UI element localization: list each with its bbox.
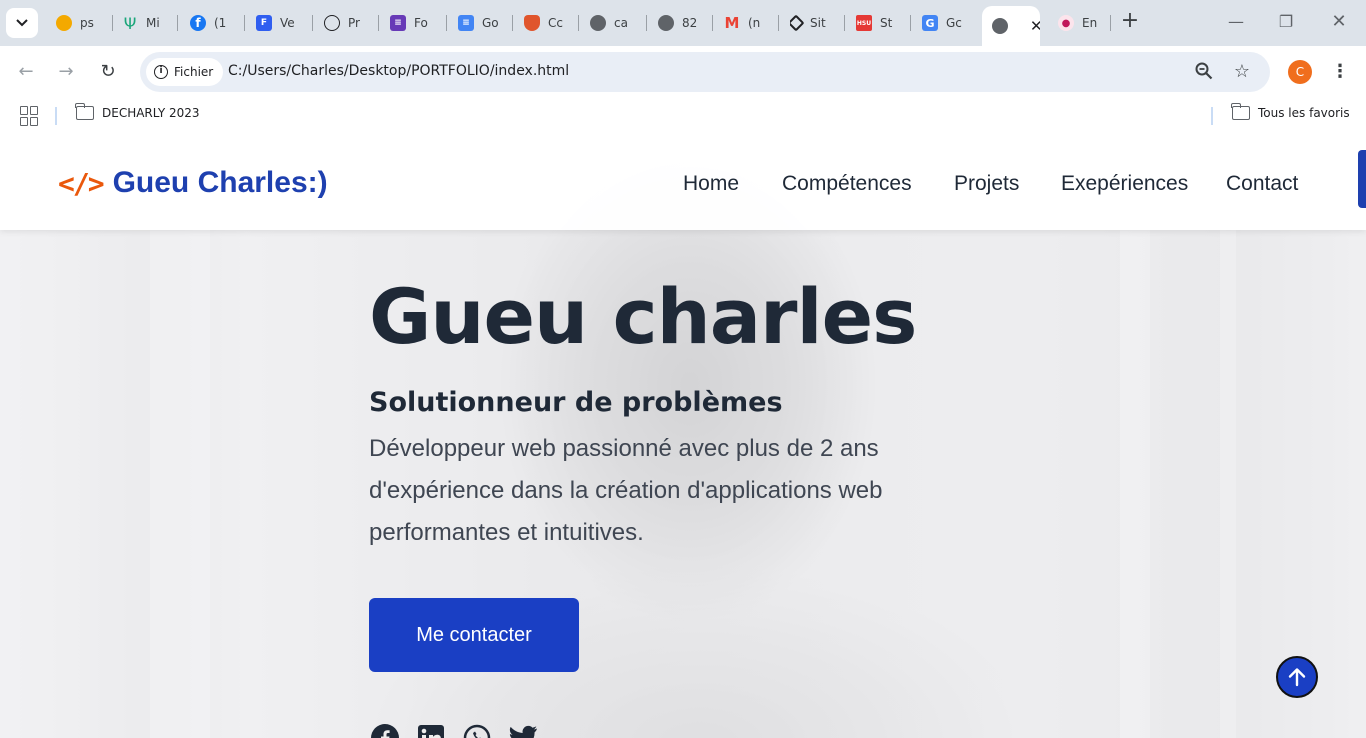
tab-search-button[interactable] bbox=[6, 8, 38, 38]
tab-label: Fo bbox=[414, 16, 428, 30]
nav-contact[interactable]: Contact bbox=[1226, 172, 1298, 196]
globe-icon bbox=[658, 15, 674, 31]
globe-icon bbox=[992, 18, 1008, 34]
site-header: </> Gueu Charles:) Home Compétences Proj… bbox=[0, 134, 1366, 230]
site-info-label: Fichier bbox=[174, 65, 214, 79]
bookmark-label: DECHARLY 2023 bbox=[102, 106, 200, 120]
site-info-chip[interactable]: i Fichier bbox=[146, 58, 224, 86]
tab-label: ca bbox=[614, 16, 628, 30]
tab-4[interactable]: Pr bbox=[324, 9, 374, 37]
tab-label: Mi bbox=[146, 16, 160, 30]
bookmark-label: Tous les favoris bbox=[1258, 106, 1350, 120]
whatsapp-icon[interactable] bbox=[461, 722, 493, 738]
orange-half-circle-icon bbox=[56, 15, 72, 31]
tab-label: Gc bbox=[946, 16, 962, 30]
tab-5[interactable]: ≡ Fo bbox=[390, 9, 442, 37]
codepen-icon bbox=[790, 14, 805, 32]
tab-label: Pr bbox=[348, 16, 360, 30]
hero-title: Gueu charles bbox=[369, 272, 917, 361]
tab-9[interactable]: 82 bbox=[658, 9, 708, 37]
apps-grid-icon[interactable] bbox=[20, 106, 40, 126]
close-icon[interactable]: ✕ bbox=[1030, 17, 1040, 35]
tab-label: (n bbox=[748, 16, 761, 30]
google-translate-icon: G bbox=[922, 15, 938, 31]
tab-label: En bbox=[1082, 16, 1098, 30]
facebook-icon[interactable] bbox=[369, 722, 401, 738]
nav-projets[interactable]: Projets bbox=[954, 172, 1019, 196]
social-links bbox=[369, 722, 539, 738]
new-tab-plus-icon[interactable]: + bbox=[1118, 10, 1142, 34]
tab-label: Ve bbox=[280, 16, 295, 30]
tab-14-active[interactable]: ✕ bbox=[982, 6, 1040, 46]
nav-home[interactable]: Home bbox=[683, 172, 739, 196]
back-arrow-icon[interactable]: ← bbox=[14, 60, 38, 84]
bookmark-folder-decharly[interactable]: DECHARLY 2023 bbox=[75, 103, 200, 120]
hsu-icon: HSU bbox=[856, 15, 872, 31]
tab-12[interactable]: HSU St bbox=[856, 9, 906, 37]
nav-competences[interactable]: Compétences bbox=[782, 172, 912, 196]
tab-13[interactable]: G Gc bbox=[922, 9, 972, 37]
restore-icon[interactable]: ❐ bbox=[1274, 10, 1298, 34]
psi-icon: Ψ bbox=[123, 13, 137, 33]
hero-section: Gueu charles Solutionneur de problèmes D… bbox=[369, 274, 1009, 554]
openai-icon bbox=[324, 15, 340, 31]
arrow-up-icon bbox=[1288, 668, 1306, 687]
tab-label: Cc bbox=[548, 16, 563, 30]
scrollbar-thumb[interactable] bbox=[1358, 150, 1366, 208]
tab-7[interactable]: Cc bbox=[524, 9, 574, 37]
folder-icon bbox=[1231, 103, 1250, 120]
scroll-to-top-button[interactable] bbox=[1276, 656, 1318, 698]
tab-3[interactable]: F Ve bbox=[256, 9, 306, 37]
bookmarks-bar: DECHARLY 2023 Tous les favoris bbox=[0, 98, 1366, 134]
tab-6[interactable]: ≡ Go bbox=[458, 9, 508, 37]
page-viewport: </> Gueu Charles:) Home Compétences Proj… bbox=[0, 134, 1366, 738]
hero-description: Développeur web passionné avec plus de 2… bbox=[369, 435, 883, 546]
facebook-icon: f bbox=[190, 15, 206, 31]
google-docs-icon: ≡ bbox=[458, 15, 474, 31]
tab-10[interactable]: M (n bbox=[724, 9, 776, 37]
tab-8[interactable]: ca bbox=[590, 9, 640, 37]
tab-strip: ps Ψ Mi f (1 F Ve Pr ≡ Fo ≡ Go Cc ca 82 bbox=[0, 0, 1366, 46]
window-close-icon[interactable]: ✕ bbox=[1327, 10, 1351, 34]
all-bookmarks-folder[interactable]: Tous les favoris bbox=[1231, 103, 1350, 120]
twitter-icon[interactable] bbox=[507, 722, 539, 738]
tab-label: Sit bbox=[810, 16, 826, 30]
reload-icon[interactable]: ↻ bbox=[96, 60, 120, 84]
tab-15[interactable]: ● En bbox=[1058, 9, 1108, 37]
bookmark-star-icon[interactable]: ☆ bbox=[1232, 62, 1252, 82]
google-forms-icon: ≡ bbox=[390, 15, 406, 31]
linkedin-icon[interactable] bbox=[415, 722, 447, 738]
url-text[interactable]: C:/Users/Charles/Desktop/PORTFOLIO/index… bbox=[228, 63, 569, 79]
tab-11[interactable]: Sit bbox=[790, 9, 840, 37]
minimize-icon[interactable]: — bbox=[1224, 10, 1248, 34]
info-icon: i bbox=[154, 65, 168, 79]
main-nav: Home Compétences Projets Exepériences Co… bbox=[0, 172, 1366, 202]
zoom-icon[interactable] bbox=[1194, 62, 1214, 82]
contact-button[interactable]: Me contacter bbox=[369, 598, 579, 672]
tab-1[interactable]: Ψ Mi bbox=[122, 9, 172, 37]
shield-icon bbox=[524, 15, 540, 31]
hero-subtitle: Solutionneur de problèmes bbox=[369, 387, 783, 418]
ribbon-icon: ● bbox=[1058, 15, 1074, 31]
address-bar[interactable]: i Fichier C:/Users/Charles/Desktop/PORTF… bbox=[140, 52, 1270, 92]
forms-app-icon: F bbox=[256, 15, 272, 31]
browser-toolbar: ← → ↻ i Fichier C:/Users/Charles/Desktop… bbox=[0, 46, 1366, 98]
tab-label: 82 bbox=[682, 16, 698, 30]
menu-kebab-icon[interactable]: ⋮ bbox=[1330, 60, 1350, 84]
tab-label: St bbox=[880, 16, 893, 30]
folder-icon bbox=[75, 103, 94, 120]
tab-label: (1 bbox=[214, 16, 227, 30]
forward-arrow-icon[interactable]: → bbox=[54, 60, 78, 84]
globe-icon bbox=[590, 15, 606, 31]
profile-avatar[interactable]: C bbox=[1288, 60, 1312, 84]
tab-0[interactable]: ps bbox=[56, 9, 106, 37]
tab-2[interactable]: f (1 bbox=[190, 9, 242, 37]
tab-label: Go bbox=[482, 16, 499, 30]
tab-label: ps bbox=[80, 16, 94, 30]
nav-experiences[interactable]: Exepériences bbox=[1061, 172, 1188, 196]
chevron-down-icon bbox=[16, 19, 28, 27]
gmail-icon: M bbox=[724, 14, 740, 32]
